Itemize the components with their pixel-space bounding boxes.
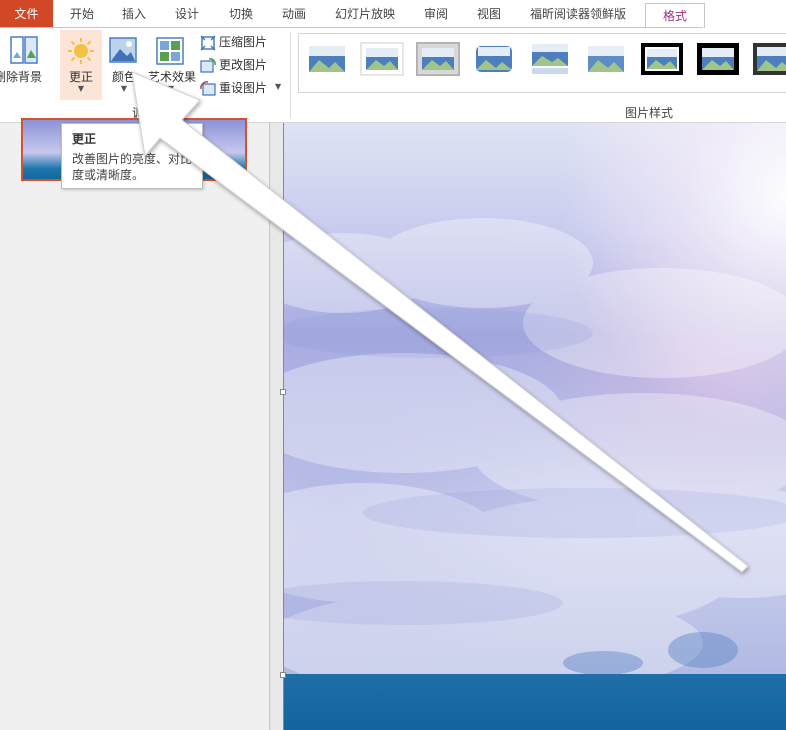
picture-style-4[interactable] — [472, 42, 516, 76]
tab-insert[interactable]: 插入 — [110, 0, 158, 28]
remove-background-icon — [10, 36, 38, 64]
color-dropdown-icon: ▼ — [120, 84, 128, 93]
slide-thumbnail-pane — [0, 123, 269, 730]
style-thumb-icon — [588, 46, 624, 72]
tab-design[interactable]: 设计 — [163, 0, 211, 28]
style-thumb-icon — [697, 43, 739, 75]
corrections-dropdown-icon: ▼ — [77, 84, 85, 93]
style-thumb-icon — [416, 42, 460, 76]
tab-review[interactable]: 审阅 — [412, 0, 460, 28]
artistic-effects-icon — [156, 37, 184, 65]
picture-style-2[interactable] — [360, 42, 404, 76]
change-picture-label: 更改图片 — [219, 58, 268, 72]
picture-style-8[interactable] — [696, 42, 740, 76]
tab-foxit-reader[interactable]: 福昕阅读器领鲜版 — [522, 0, 634, 28]
tab-transitions[interactable]: 切换 — [217, 0, 265, 28]
sea-band — [283, 674, 786, 730]
tab-view[interactable]: 视图 — [466, 0, 512, 28]
compress-icon — [200, 35, 216, 50]
corrections-tooltip: 更正 改善图片的亮度、对比度或清晰度。 — [61, 123, 203, 189]
compress-pictures-label: 压缩图片 — [219, 35, 268, 49]
style-thumb-icon — [641, 43, 683, 75]
corrections-button[interactable]: 更正 ▼ — [60, 30, 102, 100]
style-thumb-icon — [476, 46, 512, 72]
tab-format[interactable]: 格式 — [645, 3, 705, 29]
picture-styles-group-label: 图片样式 — [625, 106, 674, 120]
tab-home[interactable]: 开始 — [56, 0, 108, 28]
reset-picture-label: 重设图片 — [219, 81, 268, 95]
style-thumb-icon — [753, 43, 786, 75]
change-picture-button[interactable]: 更改图片 — [200, 55, 267, 75]
ribbon-tab-bar: 文件 开始 插入 设计 切换 动画 幻灯片放映 审阅 视图 福昕阅读器领鲜版 格… — [0, 0, 786, 29]
picture-style-5[interactable] — [528, 42, 572, 76]
reset-picture-button[interactable]: 重设图片 — [200, 78, 267, 98]
reset-picture-dropdown-icon[interactable]: ▼ — [275, 82, 281, 91]
group-separator — [290, 32, 291, 118]
color-label: 颜色 — [111, 70, 136, 84]
tab-file[interactable]: 文件 — [0, 0, 53, 28]
picture-style-9[interactable] — [752, 42, 786, 76]
style-thumb-icon — [360, 42, 404, 76]
change-picture-icon — [200, 57, 216, 73]
slide-left-edge — [283, 123, 284, 730]
remove-background-label: 删除背景 — [0, 70, 43, 84]
corrections-label: 更正 — [68, 70, 93, 84]
artistic-effects-button[interactable]: 艺术效果 ▼ — [148, 30, 197, 100]
reset-picture-icon — [200, 80, 216, 96]
artistic-effects-label: 艺术效果 — [148, 70, 197, 84]
artistic-effects-dropdown-icon: ▼ — [167, 84, 175, 93]
slide-picture[interactable] — [283, 123, 786, 730]
resize-handle-bottom-left[interactable] — [280, 672, 286, 678]
tab-slideshow[interactable]: 幻灯片放映 — [325, 0, 405, 28]
picture-style-6[interactable] — [584, 42, 628, 76]
style-thumb-icon — [306, 43, 348, 75]
tooltip-body: 改善图片的亮度、对比度或清晰度。 — [72, 152, 193, 182]
picture-color-icon — [109, 37, 137, 63]
compress-pictures-button[interactable]: 压缩图片 — [200, 32, 267, 52]
resize-handle-left[interactable] — [280, 389, 286, 395]
picture-style-7[interactable] — [640, 42, 684, 76]
tab-animations[interactable]: 动画 — [270, 0, 318, 28]
picture-style-3[interactable] — [416, 42, 460, 76]
remove-background-button[interactable]: 删除背景 — [0, 30, 50, 100]
picture-style-1[interactable] — [305, 42, 349, 76]
tooltip-title: 更正 — [72, 132, 97, 146]
ribbon-format-panel: 删除背景 更正 ▼ 颜色 ▼ 艺术效果 ▼ 压缩图片 更改图片 重设图片 ▼ 调… — [0, 28, 786, 123]
cloud-texture — [283, 218, 786, 698]
sun-icon — [68, 38, 94, 64]
style-thumb-icon — [532, 44, 568, 74]
color-button[interactable]: 颜色 ▼ — [105, 30, 143, 100]
